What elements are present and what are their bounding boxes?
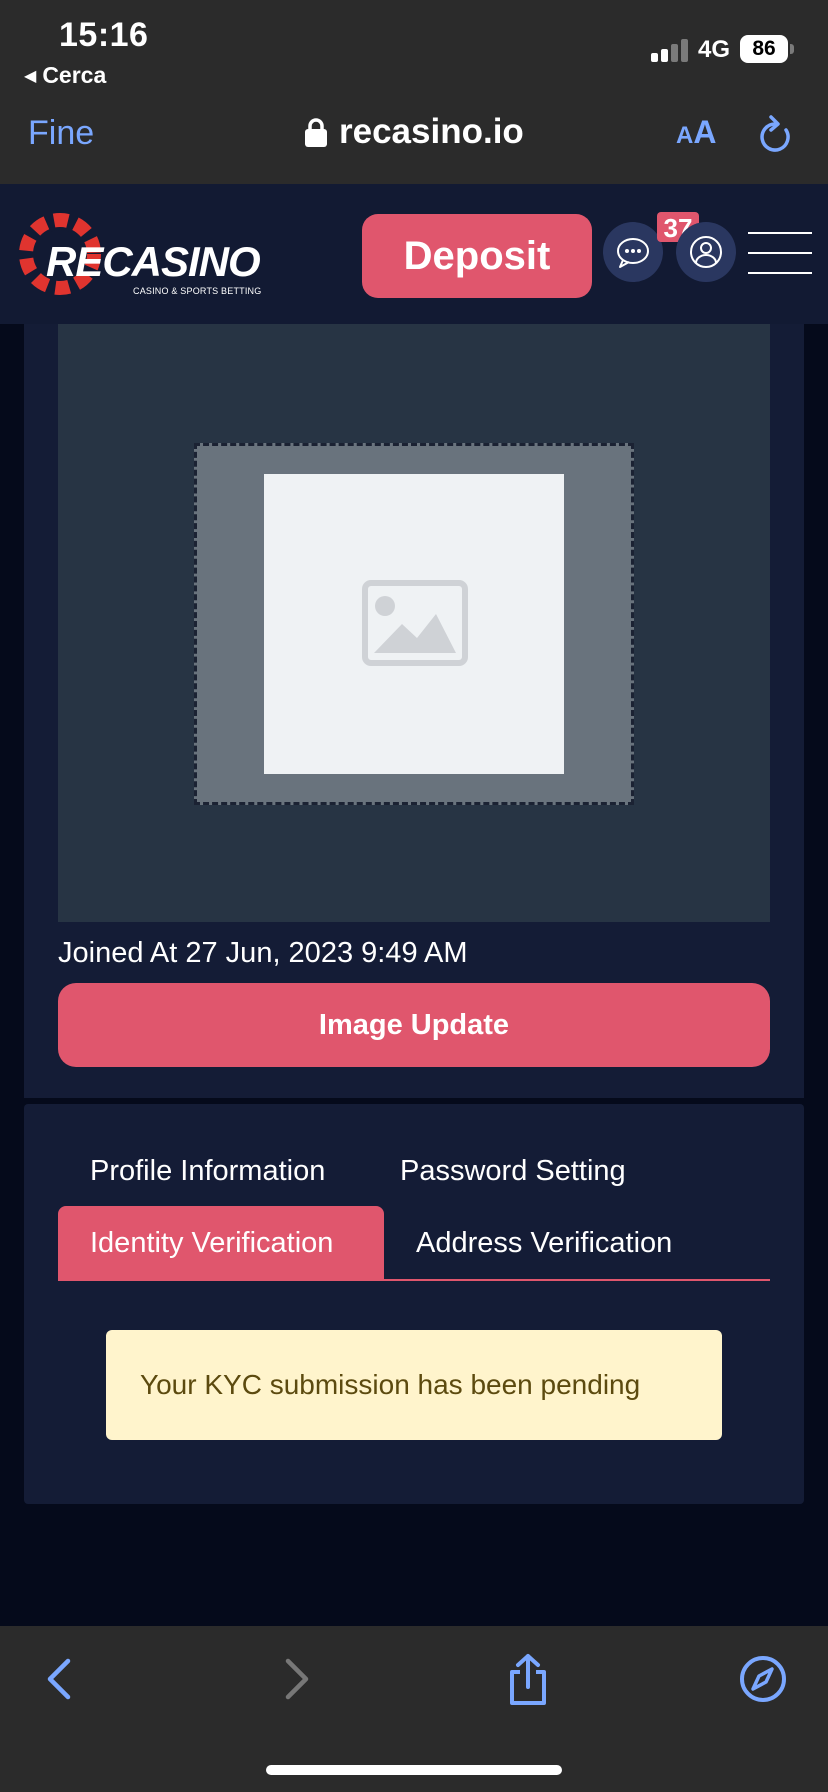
network-type: 4G — [698, 36, 731, 63]
battery-icon: 86 — [740, 35, 788, 63]
menu-hamburger-icon[interactable] — [748, 232, 812, 276]
chat-button[interactable] — [603, 222, 663, 282]
kyc-pending-alert: Your KYC submission has been pending — [106, 1330, 722, 1440]
back-arrow-icon[interactable] — [36, 1653, 84, 1705]
tab-address-verification[interactable]: Address Verification — [384, 1206, 704, 1280]
user-account-button[interactable] — [676, 222, 736, 282]
logo-wordmark: RECASINO — [46, 238, 261, 285]
joined-date: Joined At 27 Jun, 2023 9:49 AM — [58, 937, 468, 969]
done-button[interactable]: Fine — [28, 114, 94, 153]
tab-password-setting[interactable]: Password Setting — [368, 1134, 658, 1208]
forward-arrow-icon[interactable] — [272, 1653, 320, 1705]
text-size-button[interactable]: AA — [676, 114, 716, 151]
status-bar: 15:16 ◀ Cerca 4G 86 — [0, 0, 828, 96]
deposit-button[interactable]: Deposit — [362, 214, 592, 298]
logo-subtitle: CASINO & SPORTS BETTING — [133, 286, 262, 296]
back-app-label: Cerca — [42, 62, 107, 88]
tab-underline — [58, 1279, 770, 1281]
text-size-small-label: A — [676, 122, 694, 149]
tab-identity-verification[interactable]: Identity Verification — [58, 1206, 384, 1280]
back-triangle-icon: ◀ — [24, 68, 37, 85]
image-update-button[interactable]: Image Update — [58, 983, 770, 1067]
image-placeholder-icon — [362, 580, 468, 666]
chat-bubble-icon — [617, 238, 649, 268]
user-icon — [690, 236, 722, 268]
url-field[interactable]: recasino.io — [305, 112, 524, 152]
share-icon[interactable] — [504, 1653, 552, 1705]
status-time: 15:16 — [59, 16, 149, 54]
battery-tip — [790, 44, 794, 54]
recasino-logo[interactable]: RECASINO CASINO & SPORTS BETTING — [16, 208, 261, 300]
site-header: RECASINO CASINO & SPORTS BETTING Deposit… — [0, 184, 828, 324]
lock-icon — [305, 118, 327, 147]
cellular-signal-icon — [651, 38, 689, 62]
compass-safari-icon[interactable] — [738, 1653, 788, 1705]
text-size-big-label: A — [693, 114, 717, 150]
back-to-app-link[interactable]: ◀ Cerca — [24, 62, 106, 89]
reload-icon[interactable] — [756, 114, 794, 156]
browser-address-bar: Fine recasino.io AA — [0, 96, 828, 184]
url-text: recasino.io — [339, 112, 524, 151]
tab-profile-information[interactable]: Profile Information — [58, 1134, 357, 1208]
home-indicator — [266, 1765, 562, 1775]
